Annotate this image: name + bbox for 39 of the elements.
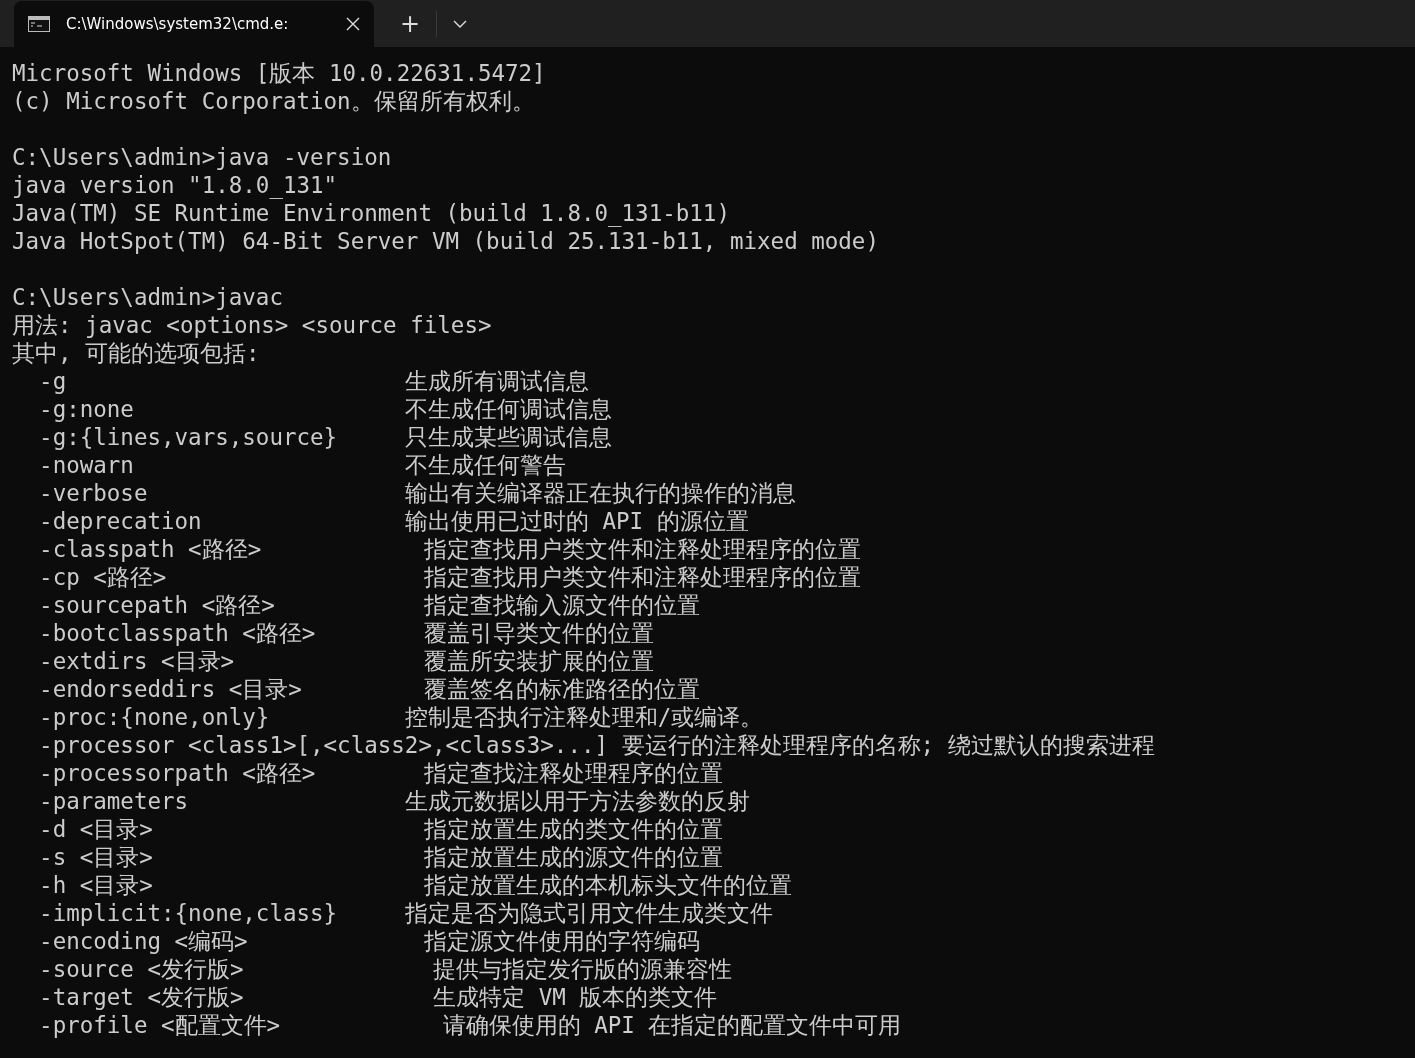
console-line: -sourcepath <路径> 指定查找输入源文件的位置 [38, 592, 700, 618]
console-line: -proc:{none,only} 控制是否执行注释处理和/或编译。 [38, 704, 764, 730]
console-line: 其中, 可能的选项包括: [12, 340, 260, 366]
console-line: -g 生成所有调试信息 [38, 368, 589, 394]
tab-title: C:\Windows\system32\cmd.e: [66, 15, 290, 33]
console-line: Microsoft Windows [版本 10.0.22631.5472] [12, 60, 546, 86]
console-line: -cp <路径> 指定查找用户类文件和注释处理程序的位置 [38, 564, 861, 590]
console-line: 用法: javac <options> <source files> [12, 312, 492, 338]
console-line: Java(TM) SE Runtime Environment (build 1.8.0_131-b11) [12, 200, 730, 226]
console-line: -implicit:{none,class} 指定是否为隐式引用文件生成类文件 [38, 900, 773, 926]
console-line: -endorseddirs <目录> 覆盖签名的标准路径的位置 [38, 676, 700, 702]
console-line: (c) Microsoft Corporation。保留所有权利。 [12, 88, 535, 114]
console-icon [28, 16, 50, 32]
console-line: -nowarn 不生成任何警告 [38, 452, 566, 478]
console-line: -target <发行版> 生成特定 VM 版本的类文件 [38, 984, 718, 1010]
console-line: -g:{lines,vars,source} 只生成某些调试信息 [38, 424, 612, 450]
console-line: -extdirs <目录> 覆盖所安装扩展的位置 [38, 648, 654, 674]
console-line: -d <目录> 指定放置生成的类文件的位置 [38, 816, 723, 842]
console-line: C:\Users\admin>java -version [12, 144, 392, 170]
console-line: -g:none 不生成任何调试信息 [38, 396, 612, 422]
console-line: -deprecation 输出使用已过时的 API 的源位置 [38, 508, 749, 534]
console-line: java version "1.8.0_131" [12, 172, 338, 198]
console-line: -source <发行版> 提供与指定发行版的源兼容性 [38, 956, 733, 982]
new-tab-button[interactable]: + [388, 6, 432, 42]
console-line: -h <目录> 指定放置生成的本机标头文件的位置 [38, 872, 792, 898]
console-line: -encoding <编码> 指定源文件使用的字符编码 [38, 928, 700, 954]
console-line: -profile <配置文件> 请确保使用的 API 在指定的配置文件中可用 [38, 1012, 902, 1038]
console-line: -classpath <路径> 指定查找用户类文件和注释处理程序的位置 [38, 536, 861, 562]
console-line: -processorpath <路径> 指定查找注释处理程序的位置 [38, 760, 723, 786]
console-line: -verbose 输出有关编译器正在执行的操作的消息 [38, 480, 796, 506]
console-line: C:\Users\admin>javac [12, 284, 283, 310]
chevron-down-icon[interactable] [453, 20, 467, 28]
console-line: Java HotSpot(TM) 64-Bit Server VM (build 25.131-b11, mixed mode) [12, 228, 879, 254]
console-line: -parameters 生成元数据以用于方法参数的反射 [38, 788, 750, 814]
console-line: -bootclasspath <路径> 覆盖引导类文件的位置 [38, 620, 654, 646]
terminal-tab[interactable]: C:\Windows\system32\cmd.e: [14, 1, 374, 47]
console-line: -processor <class1>[,<class2>,<class3>...] 要运行的注释处理程序的名称; 绕过默认的搜索进程 [38, 732, 1155, 758]
close-icon[interactable] [346, 17, 360, 31]
console-line: -s <目录> 指定放置生成的源文件的位置 [38, 844, 723, 870]
